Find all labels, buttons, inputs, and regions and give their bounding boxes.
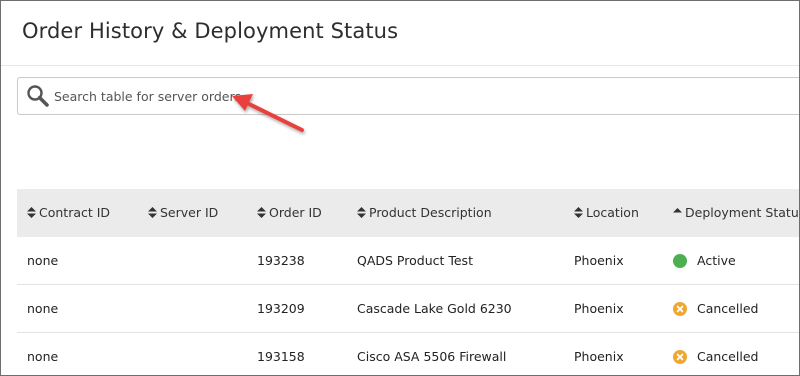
page-title: Order History & Deployment Status [22,19,399,43]
status-label: Active [697,253,736,268]
active-dot-icon [673,254,687,268]
cell-product-description: Cisco ASA 5506 Firewall [357,349,507,364]
orders-table: Contract ID Server ID Order ID Product D… [17,189,800,375]
table-row[interactable]: none 193158 Cisco ASA 5506 Firewall Phoe… [17,333,799,375]
column-header-location[interactable]: Location [574,189,639,237]
column-header-contract-id[interactable]: Contract ID [27,189,110,237]
column-header-product-description[interactable]: Product Description [357,189,492,237]
column-label: Contract ID [39,205,111,220]
search-icon [26,84,50,108]
cell-product-description: Cascade Lake Gold 6230 [357,301,512,316]
cell-order-id: 193158 [257,349,305,364]
cancelled-x-icon [673,350,687,364]
column-header-server-id[interactable]: Server ID [148,189,218,237]
table-row[interactable]: none 193238 QADS Product Test Phoenix Ac… [17,237,799,285]
status-label: Cancelled [697,349,759,364]
cell-order-id: 193238 [257,253,305,268]
cell-location: Phoenix [574,349,624,364]
status-label: Cancelled [697,301,759,316]
cancelled-x-icon [673,302,687,316]
sort-asc-icon [673,208,682,213]
column-header-deployment-status[interactable]: Deployment Status [673,189,800,237]
column-label: Server ID [160,205,219,220]
cell-product-description: QADS Product Test [357,253,473,268]
cell-deployment-status: Cancelled [673,285,758,332]
order-history-panel: Order History & Deployment Status Contra… [0,0,800,376]
column-label: Location [586,205,639,220]
cell-location: Phoenix [574,301,624,316]
sort-both-icon [257,207,266,218]
column-header-order-id[interactable]: Order ID [257,189,322,237]
column-label: Product Description [369,205,492,220]
search-input[interactable] [54,79,754,113]
sort-both-icon [148,207,157,218]
sort-both-icon [574,207,583,218]
table-row[interactable]: none 193209 Cascade Lake Gold 6230 Phoen… [17,285,799,333]
sort-both-icon [357,207,366,218]
cell-order-id: 193209 [257,301,305,316]
table-header: Contract ID Server ID Order ID Product D… [17,189,800,237]
sort-both-icon [27,207,36,218]
title-divider [1,65,799,66]
column-label: Deployment Status [685,205,800,220]
cell-location: Phoenix [574,253,624,268]
cell-contract-id: none [27,301,59,316]
cell-contract-id: none [27,253,59,268]
column-label: Order ID [269,205,322,220]
search-box[interactable] [17,77,799,115]
cell-contract-id: none [27,349,59,364]
cell-deployment-status: Cancelled [673,333,759,375]
cell-deployment-status: Active [673,237,736,284]
